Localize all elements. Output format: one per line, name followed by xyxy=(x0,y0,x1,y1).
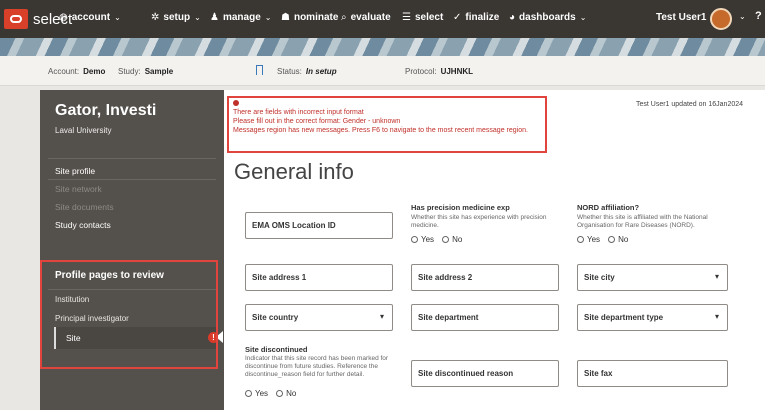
pie-chart-icon: ◕ xyxy=(509,12,516,23)
site-address-2-field[interactable]: Site address 2 xyxy=(411,264,559,291)
discontinued-yes-radio[interactable]: Yes xyxy=(245,389,268,398)
nord-affiliation-help: Whether this site is affiliated with the… xyxy=(577,214,708,229)
nav-finalize-label: finalize xyxy=(465,12,500,23)
list-icon: ☰ xyxy=(402,12,411,23)
precision-medicine-help: Whether this site has experience with pr… xyxy=(411,214,547,229)
ema-oms-location-field[interactable]: EMA OMS Location ID xyxy=(245,212,393,239)
site-city-select[interactable]: Site city ▾ xyxy=(577,264,728,291)
nav-dashboards-label: dashboards xyxy=(519,12,576,23)
top-navigation-bar: select ◍ account ⌄ ✲ setup ⌄ ♟ manage ⌄ … xyxy=(0,0,765,38)
chevron-down-icon: ⌄ xyxy=(264,13,272,22)
decorative-banner xyxy=(0,38,765,56)
nav-account-label: account xyxy=(71,12,111,23)
investigator-name: Gator, Investi xyxy=(55,102,157,119)
sidebar-item-site-documents[interactable]: Site documents xyxy=(55,202,114,212)
updated-note: Test User1 updated on 16Jan2024 xyxy=(636,101,744,108)
chevron-down-icon: ⌄ xyxy=(114,13,121,22)
site-discontinued-title: Site discontinued xyxy=(245,345,308,354)
nord-no-radio[interactable]: No xyxy=(608,235,628,244)
divider xyxy=(48,158,216,159)
help-icon[interactable]: ? xyxy=(755,10,762,22)
discontinued-no-radio[interactable]: No xyxy=(276,389,296,398)
message-line: Please fill out in the correct format: G… xyxy=(233,118,401,125)
message-line: Messages region has new messages. Press … xyxy=(233,127,528,134)
site-country-label: Site country xyxy=(252,313,299,322)
site-department-field[interactable]: Site department xyxy=(411,304,559,331)
nav-evaluate-label: evaluate xyxy=(350,12,391,23)
nav-evaluate[interactable]: ⌕ evaluate xyxy=(341,12,391,23)
protocol-context: Protocol: UJHNKL xyxy=(405,67,474,76)
bookmark-icon[interactable] xyxy=(256,65,263,75)
nav-select[interactable]: ☰ select xyxy=(402,12,443,23)
precision-yes-radio[interactable]: Yes xyxy=(411,235,434,244)
message-line: There are fields with incorrect input fo… xyxy=(233,109,364,116)
review-highlight-box xyxy=(40,260,218,369)
account-context: Account: Demo xyxy=(48,67,106,76)
nav-manage-label: manage xyxy=(222,12,261,23)
site-city-label: Site city xyxy=(584,273,615,282)
site-fax-field[interactable]: Site fax xyxy=(577,360,728,387)
message-region: There are fields with incorrect input fo… xyxy=(233,108,528,135)
nav-account[interactable]: ◍ account ⌄ xyxy=(59,12,121,23)
precision-no-radio[interactable]: No xyxy=(442,235,462,244)
nord-yes-radio[interactable]: Yes xyxy=(577,235,600,244)
study-context: Study: Sample xyxy=(118,67,174,76)
sidebar-item-study-contacts[interactable]: Study contacts xyxy=(55,220,111,230)
context-bar: Account: Demo Study: Sample Status: In setu… xyxy=(0,56,765,86)
nav-setup[interactable]: ✲ setup ⌄ xyxy=(151,12,201,23)
nav-nominate[interactable]: ☗ nominate xyxy=(281,12,338,23)
site-discontinued-help: Indicator that this site record has been… xyxy=(245,355,389,378)
site-department-label: Site department xyxy=(418,313,479,322)
caret-down-icon: ▾ xyxy=(714,272,719,281)
people-icon: ☗ xyxy=(281,12,290,23)
site-discontinued-reason-label: Site discontinued reason xyxy=(418,369,514,378)
person-icon: ♟ xyxy=(210,12,219,23)
ema-oms-location-label: EMA OMS Location ID xyxy=(252,221,336,230)
site-department-type-label: Site department type xyxy=(584,313,664,322)
nord-affiliation-radios: Yes No xyxy=(577,235,636,244)
chevron-down-icon[interactable]: ⌄ xyxy=(739,12,746,21)
site-address-1-field[interactable]: Site address 1 xyxy=(245,264,393,291)
nav-select-label: select xyxy=(414,12,444,23)
caret-down-icon: ▾ xyxy=(379,312,384,321)
error-icon xyxy=(233,100,239,106)
chevron-down-icon: ⌄ xyxy=(194,13,201,22)
site-fax-label: Site fax xyxy=(584,369,613,378)
brand-logo-icon xyxy=(4,9,28,29)
nav-dashboards[interactable]: ◕ dashboards ⌄ xyxy=(509,12,586,23)
globe-icon: ◍ xyxy=(59,12,68,23)
gear-icon: ✲ xyxy=(151,12,160,23)
precision-medicine-title: Has precision medicine exp xyxy=(411,203,510,212)
nav-setup-label: setup xyxy=(163,12,191,23)
avatar[interactable] xyxy=(710,8,732,30)
chevron-down-icon: ⌄ xyxy=(579,13,587,22)
nav-manage[interactable]: ♟ manage ⌄ xyxy=(210,12,271,23)
site-address-2-label: Site address 2 xyxy=(418,273,473,282)
check-circle-icon: ✓ xyxy=(453,12,462,23)
caret-down-icon: ▾ xyxy=(714,312,719,321)
site-discontinued-radios: Yes No xyxy=(245,389,304,398)
site-country-select[interactable]: Site country ▾ xyxy=(245,304,393,331)
nord-affiliation-title: NORD affiliation? xyxy=(577,203,640,212)
site-address-1-label: Site address 1 xyxy=(252,273,307,282)
sidebar-item-site-profile[interactable]: Site profile xyxy=(55,166,95,176)
nav-nominate-label: nominate xyxy=(293,12,339,23)
user-name[interactable]: Test User1 xyxy=(656,12,706,23)
search-icon: ⌕ xyxy=(341,12,347,23)
page-title: General info xyxy=(234,159,354,184)
divider xyxy=(48,179,216,180)
precision-medicine-radios: Yes No xyxy=(411,235,470,244)
site-department-type-select[interactable]: Site department type ▾ xyxy=(577,304,728,331)
site-discontinued-reason-field[interactable]: Site discontinued reason xyxy=(411,360,559,387)
nav-finalize[interactable]: ✓ finalize xyxy=(453,12,499,23)
sidebar-item-site-network[interactable]: Site network xyxy=(55,184,102,194)
status-context: Status: In setup xyxy=(277,67,337,76)
institution-name: Laval University xyxy=(55,126,112,135)
